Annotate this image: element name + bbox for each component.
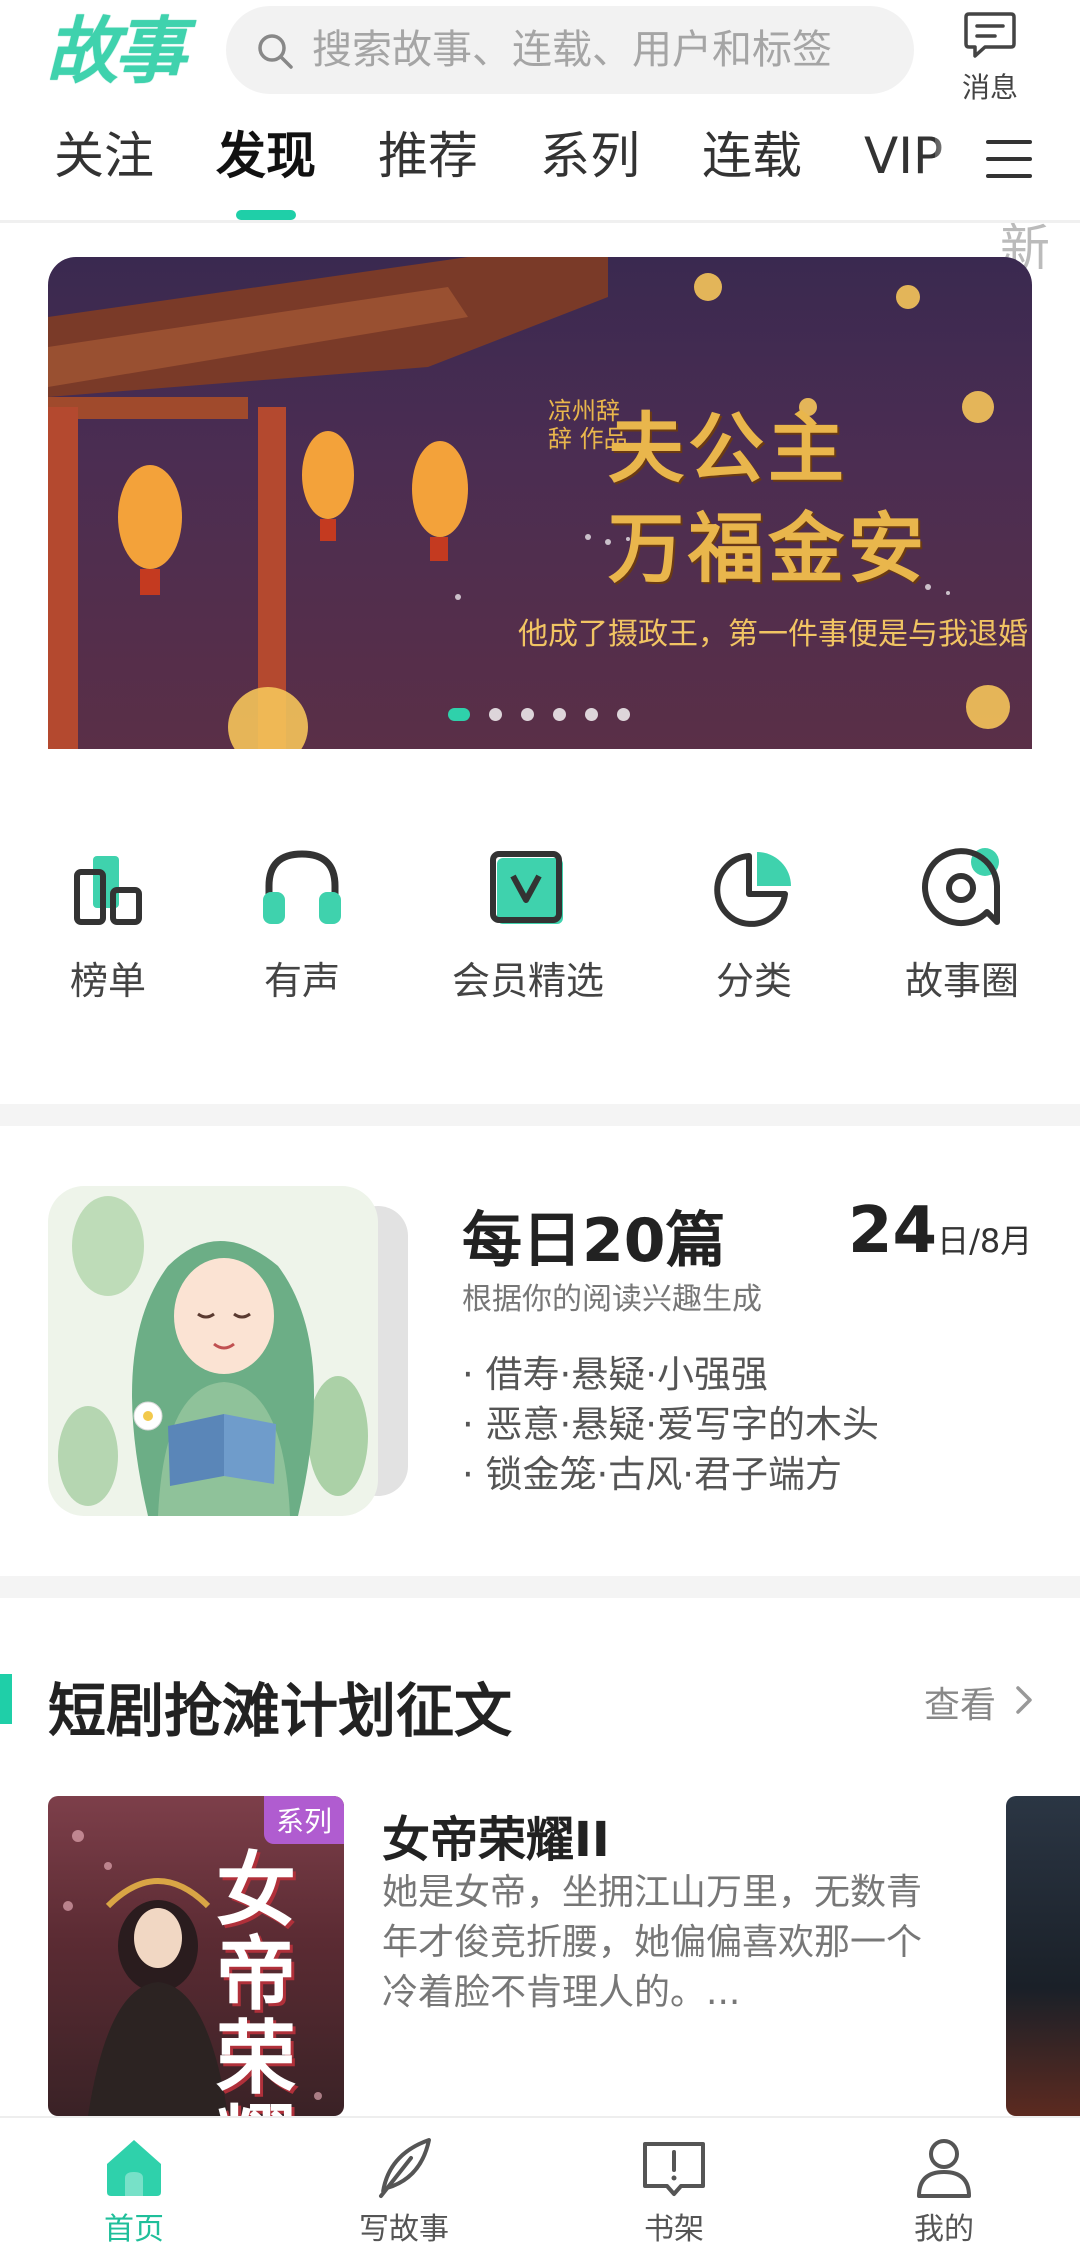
- daily-recommendation-item[interactable]: · 借寿·悬疑·小强强: [462, 1344, 768, 1398]
- search-placeholder: 搜索故事、连载、用户和标签: [312, 27, 832, 73]
- daily-cover-image[interactable]: [48, 1186, 424, 1516]
- chevron-right-icon[interactable]: [1012, 1682, 1036, 1718]
- headphones-icon: [263, 850, 341, 924]
- nav-home[interactable]: 首页: [34, 2134, 234, 2248]
- quick-entry-label: 会员精选: [451, 959, 604, 1003]
- tab-follow[interactable]: 关注: [54, 110, 154, 202]
- daily-subtitle: 根据你的阅读兴趣生成: [462, 1282, 762, 1317]
- daily-recommendation-item[interactable]: · 锁金笼·古风·君子端方: [462, 1444, 842, 1498]
- quick-entry-label: 故事圈: [904, 959, 1019, 1003]
- quick-entry-label: 有声: [263, 959, 340, 1003]
- carousel-indicator: [448, 704, 649, 721]
- nav-bookshelf[interactable]: 书架: [574, 2134, 774, 2248]
- tab-series[interactable]: 系列: [540, 110, 640, 202]
- section-more-link[interactable]: 查看: [924, 1676, 996, 1728]
- section-accent-bar: [0, 1674, 12, 1724]
- tab-discover[interactable]: 发现: [216, 110, 316, 202]
- carousel-dot: [617, 708, 630, 721]
- home-icon: [107, 2140, 161, 2196]
- section-title: 短剧抢滩计划征文: [48, 1677, 513, 1745]
- quick-entry-category[interactable]: 分类: [654, 842, 854, 1005]
- menu-icon[interactable]: [984, 136, 1034, 182]
- bottom-navigation: 首页 写故事 书架 我的: [0, 2116, 1080, 2265]
- section-divider: [0, 1576, 1080, 1598]
- book-cover[interactable]: 女帝荣耀 系列: [48, 1796, 344, 2116]
- nav-write[interactable]: 写故事: [304, 2134, 504, 2248]
- nav-profile[interactable]: 我的: [844, 2134, 1044, 2248]
- carousel-dot: [553, 708, 566, 721]
- next-book-cover[interactable]: [1006, 1796, 1080, 2116]
- bookshelf-icon: [643, 2142, 705, 2196]
- banner-carousel[interactable]: 凉州辞辞 作品 夫公主 万福金安 他成了摄政王，第一件事便是与我退婚: [48, 257, 1032, 749]
- daily-date-day: 24: [848, 1194, 938, 1268]
- category-pie-icon: [714, 852, 791, 927]
- banner-title-line2: 万福金安: [608, 504, 928, 593]
- tab-recommend[interactable]: 推荐: [378, 110, 478, 202]
- banner-title-line1: 夫公主: [608, 404, 848, 493]
- tab-vip[interactable]: VIP: [864, 110, 943, 202]
- daily-date-month: 日/8月: [937, 1222, 1033, 1260]
- nav-label: 首页: [104, 2212, 164, 2247]
- active-tab-indicator: [236, 210, 296, 220]
- section-divider: [0, 1104, 1080, 1126]
- quick-entry-label: 榜单: [69, 959, 146, 1003]
- quick-entry-label: 分类: [715, 959, 792, 1003]
- carousel-dot: [521, 708, 534, 721]
- top-tabs: 关注 发现 推荐 系列 连载 VIP 最新: [0, 110, 1080, 277]
- quick-entry-vip[interactable]: 会员精选: [428, 842, 628, 1005]
- quick-entry-story-circle[interactable]: 故事圈: [862, 842, 1062, 1005]
- at-circle-icon: [922, 848, 1000, 927]
- vip-selection-icon: [490, 851, 563, 924]
- carousel-dot: [489, 708, 502, 721]
- ranking-icon: [74, 856, 142, 925]
- quick-entry-ranking[interactable]: 榜单: [8, 842, 208, 1005]
- daily-title[interactable]: 每日20篇: [462, 1192, 726, 1279]
- daily-recommendation-item[interactable]: · 恶意·悬疑·爱写字的木头: [462, 1394, 879, 1448]
- book-description: 她是女帝，坐拥江山万里，无数青年才俊竞折腰，她偏偏喜欢那一个冷着脸不肯理人的。.…: [382, 1872, 923, 2013]
- tabs-divider: [0, 220, 1080, 223]
- search-icon: [258, 34, 293, 69]
- search-bar[interactable]: 搜索故事、连载、用户和标签: [226, 6, 914, 94]
- message-label: 消息: [961, 71, 1018, 104]
- carousel-dot-active: [448, 708, 470, 721]
- series-badge: 系列: [263, 1796, 344, 1844]
- message-icon: [964, 12, 1016, 58]
- book-title[interactable]: 女帝荣耀II: [382, 1800, 610, 1870]
- profile-icon: [917, 2139, 971, 2198]
- feather-icon: [379, 2138, 431, 2198]
- book-cover-title: 女帝荣耀: [216, 1843, 296, 2116]
- banner-caption: 他成了摄政王，第一件事便是与我退婚: [518, 617, 1028, 652]
- tab-serial[interactable]: 连载: [702, 110, 802, 202]
- quick-entry-audio[interactable]: 有声: [202, 842, 402, 1005]
- nav-label: 书架: [644, 2212, 704, 2247]
- daily-date: 24日/8月: [848, 1194, 1032, 1268]
- quick-entry-row: 榜单 有声 会员精选 分类 故事圈: [0, 800, 1080, 1040]
- nav-label: 我的: [914, 2212, 974, 2247]
- carousel-dot: [585, 708, 598, 721]
- app-logo: 故事: [46, 9, 186, 93]
- nav-label: 写故事: [359, 2212, 449, 2247]
- message-button[interactable]: 消息: [942, 6, 1038, 110]
